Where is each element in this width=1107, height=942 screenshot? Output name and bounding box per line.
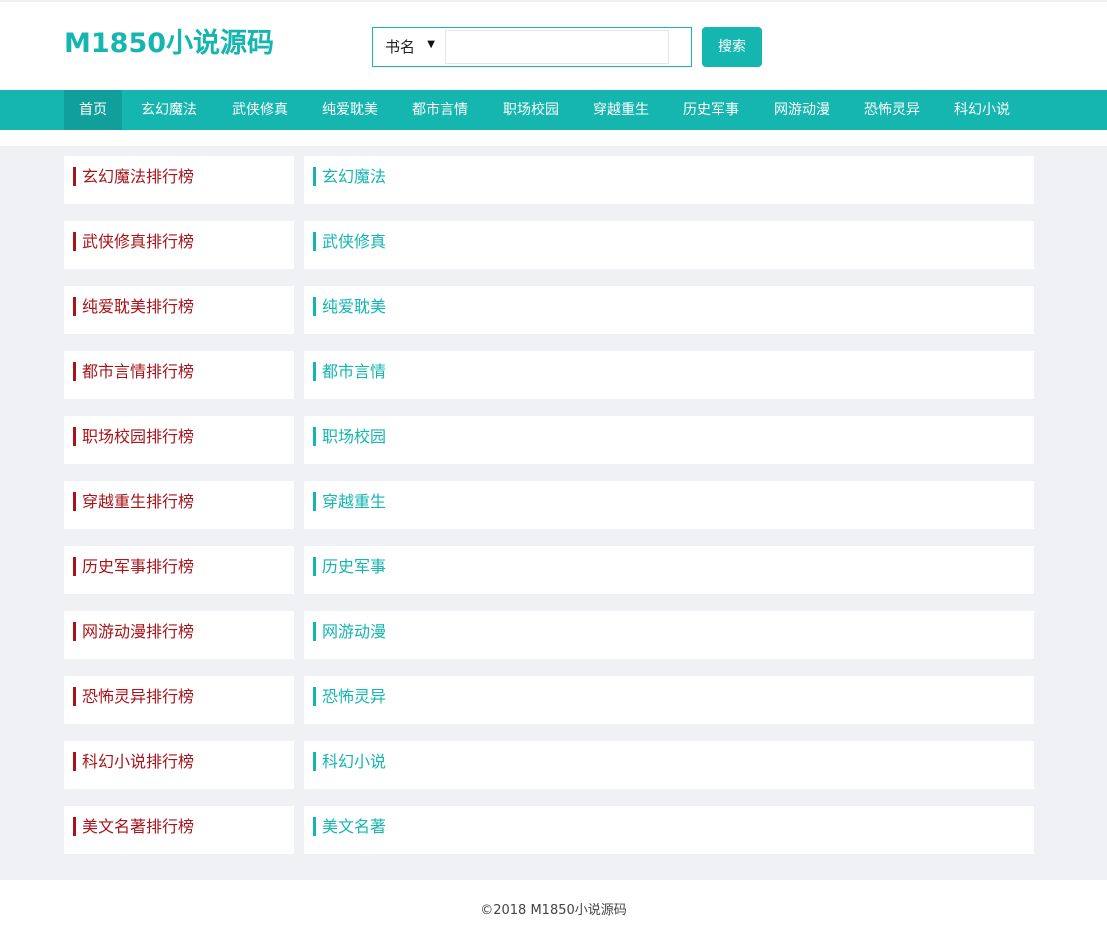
ranking-category[interactable]: 纯爱耽美 [304, 286, 1034, 334]
nav-item-zhichang[interactable]: 职场校园 [496, 90, 566, 130]
ranking-title[interactable]: 职场校园排行榜 [64, 416, 294, 464]
ranking-title[interactable]: 恐怖灵异排行榜 [64, 676, 294, 724]
ranking-category[interactable]: 科幻小说 [304, 741, 1034, 789]
ranking-title[interactable]: 玄幻魔法排行榜 [64, 156, 294, 204]
rankings-section: 玄幻魔法排行榜 玄幻魔法 武侠修真排行榜 武侠修真 纯爱耽美排行榜 纯爱耽美 都… [0, 146, 1107, 880]
ranking-title[interactable]: 武侠修真排行榜 [64, 221, 294, 269]
search-button[interactable]: 搜索 [702, 27, 762, 67]
nav-item-dushi[interactable]: 都市言情 [405, 90, 475, 130]
site-header: M1850小说源码 书名 ▼ 搜索 [0, 2, 1107, 90]
ranking-category[interactable]: 玄幻魔法 [304, 156, 1034, 204]
dropdown-arrow-icon: ▼ [427, 39, 435, 50]
site-logo[interactable]: M1850小说源码 [64, 26, 274, 62]
site-footer: ©2018 M1850小说源码 [0, 880, 1107, 934]
ranking-category[interactable]: 都市言情 [304, 351, 1034, 399]
ranking-category[interactable]: 恐怖灵异 [304, 676, 1034, 724]
ranking-category[interactable]: 武侠修真 [304, 221, 1034, 269]
ranking-category[interactable]: 美文名著 [304, 806, 1034, 854]
search-form: 书名 ▼ [372, 27, 692, 67]
ranking-title[interactable]: 纯爱耽美排行榜 [64, 286, 294, 334]
footer-copyright: ©2018 M1850小说源码 [480, 903, 627, 918]
nav-item-home[interactable]: 首页 [64, 90, 122, 130]
ranking-title[interactable]: 科幻小说排行榜 [64, 741, 294, 789]
ranking-category[interactable]: 网游动漫 [304, 611, 1034, 659]
search-type-select[interactable]: 书名 ▼ [375, 30, 443, 64]
ranking-title[interactable]: 历史军事排行榜 [64, 546, 294, 594]
nav-item-lishi[interactable]: 历史军事 [676, 90, 746, 130]
ranking-category[interactable]: 穿越重生 [304, 481, 1034, 529]
ranking-category[interactable]: 职场校园 [304, 416, 1034, 464]
ranking-title[interactable]: 穿越重生排行榜 [64, 481, 294, 529]
search-type-value: 书名 [385, 38, 416, 56]
ranking-category[interactable]: 历史军事 [304, 546, 1034, 594]
nav-item-kehuan[interactable]: 科幻小说 [947, 90, 1017, 130]
ranking-title[interactable]: 都市言情排行榜 [64, 351, 294, 399]
main-nav: 首页 玄幻魔法 武侠修真 纯爱耽美 都市言情 职场校园 穿越重生 历史军事 网游… [0, 90, 1107, 130]
ranking-title[interactable]: 美文名著排行榜 [64, 806, 294, 854]
nav-item-chunai[interactable]: 纯爱耽美 [315, 90, 385, 130]
nav-item-xuanhuan[interactable]: 玄幻魔法 [134, 90, 204, 130]
nav-item-wangyou[interactable]: 网游动漫 [767, 90, 837, 130]
search-input[interactable] [445, 30, 669, 64]
nav-item-wuxia[interactable]: 武侠修真 [225, 90, 295, 130]
ranking-title[interactable]: 网游动漫排行榜 [64, 611, 294, 659]
nav-item-chuanyue[interactable]: 穿越重生 [586, 90, 656, 130]
nav-item-kongbu[interactable]: 恐怖灵异 [857, 90, 927, 130]
